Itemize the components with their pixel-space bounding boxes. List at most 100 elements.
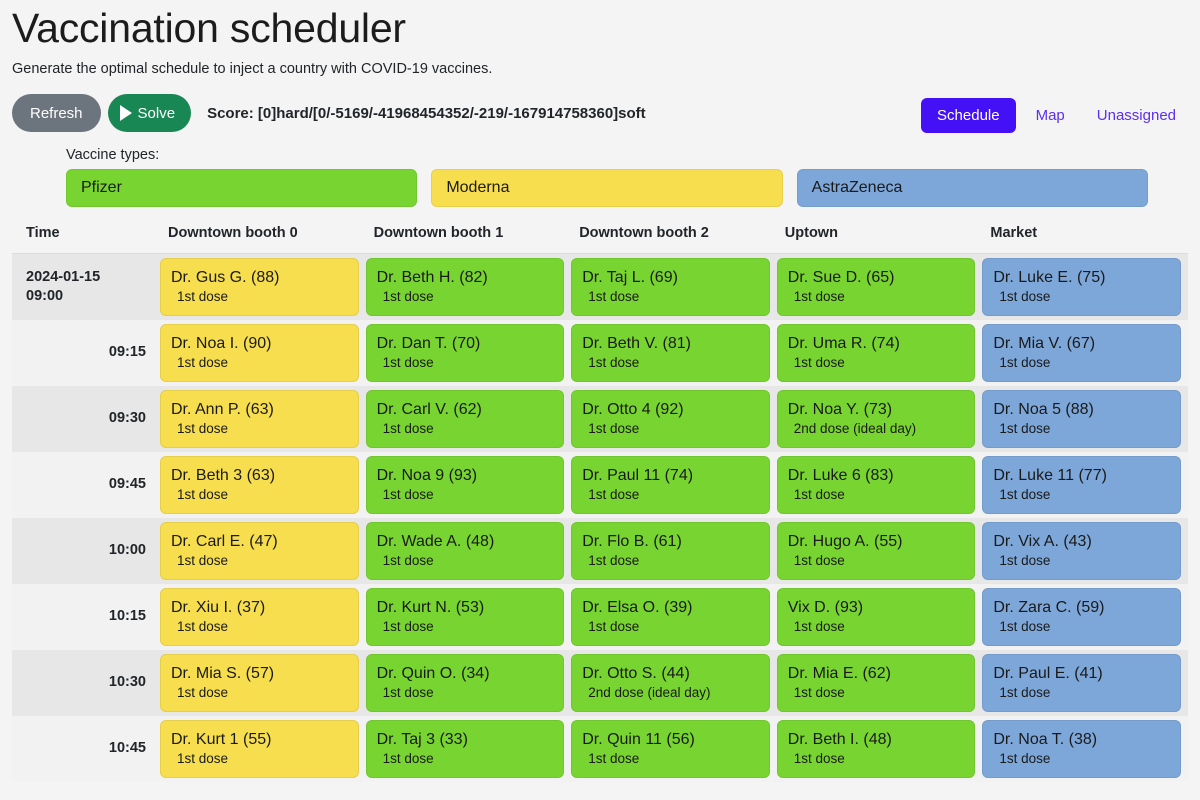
appointment-person-name: Dr. Beth I. (48) [787,730,892,748]
appointment-dose-label: 1st dose [999,552,1051,568]
appointment-card[interactable]: Dr. Xiu I. (37) 1st dose [160,588,359,647]
page-subtitle: Generate the optimal schedule to inject … [12,61,493,78]
appointment-person-name: Dr. Noa 9 (93) [376,466,478,484]
vaccine-chip-label: Pfizer [81,179,122,197]
appointment-card[interactable]: Dr. Otto S. (44) 2nd dose (ideal day) [571,654,770,713]
appointment-person-name: Vix D. (93) [787,598,864,616]
time-cell-time: 10:15 [108,608,146,625]
nav-item-map[interactable]: Map [1024,98,1077,133]
time-cell: 09:30 [12,386,160,452]
table-row: 10:45 Dr. Kurt 1 (55) 1st dose Dr. Taj 3 (3… [12,716,1188,783]
appointment-card[interactable]: Dr. Taj L. (69) 1st dose [571,258,770,317]
table-header-row: Time Downtown booth 0 Downtown booth 1 D… [12,225,1188,255]
appointment-dose-label: 1st dose [999,750,1051,766]
schedule-slot-cell: Dr. Carl V. (62) 1st dose [365,386,572,452]
time-cell: 10:45 [12,716,160,782]
schedule-slot-cell: Dr. Luke E. (75) 1st dose [982,254,1188,321]
appointment-card[interactable]: Dr. Beth 3 (63) 1st dose [160,456,359,515]
appointment-card[interactable]: Dr. Wade A. (48) 1st dose [365,522,565,581]
schedule-slot-cell: Dr. Mia V. (67) 1st dose [982,320,1188,386]
appointment-card[interactable]: Dr. Mia V. (67) 1st dose [982,324,1181,383]
appointment-card[interactable]: Dr. Zara C. (59) 1st dose [982,588,1181,647]
schedule-slot-cell: Dr. Paul 11 (74) 1st dose [571,452,777,518]
appointment-card[interactable]: Dr. Vix A. (43) 1st dose [982,522,1181,581]
schedule-slot-cell: Dr. Quin 11 (56) 1st dose [571,716,777,782]
appointment-card[interactable]: Dr. Beth I. (48) 1st dose [776,720,976,779]
appointment-card[interactable]: Dr. Noa 9 (93) 1st dose [365,456,565,515]
appointment-dose-label: 1st dose [588,552,640,568]
appointment-person-name: Dr. Zara C. (59) [993,598,1105,616]
appointment-card[interactable]: Dr. Kurt N. (53) 1st dose [365,588,565,647]
table-row: 10:30 Dr. Mia S. (57) 1st dose Dr. Quin O. … [12,650,1188,717]
appointment-card[interactable]: Dr. Beth V. (81) 1st dose [571,324,770,383]
appointment-person-name: Dr. Flo B. (61) [582,532,682,550]
schedule-slot-cell: Dr. Paul E. (41) 1st dose [982,650,1188,716]
appointment-card[interactable]: Dr. Dan T. (70) 1st dose [365,324,565,383]
appointment-card[interactable]: Dr. Carl V. (62) 1st dose [365,390,565,449]
appointment-person-name: Dr. Luke E. (75) [993,268,1106,286]
time-cell-time: 09:00 [26,288,64,305]
appointment-person-name: Dr. Beth V. (81) [582,334,691,352]
schedule-slot-cell: Dr. Zara C. (59) 1st dose [982,584,1188,650]
appointment-dose-label: 1st dose [382,684,434,700]
appointment-card[interactable]: Dr. Elsa O. (39) 1st dose [571,588,770,647]
nav-item-unassigned[interactable]: Unassigned [1085,98,1188,133]
appointment-dose-label: 1st dose [588,750,640,766]
appointment-card[interactable]: Dr. Gus G. (88) 1st dose [160,258,359,317]
appointment-card[interactable]: Dr. Uma R. (74) 1st dose [776,324,976,383]
appointment-card[interactable]: Dr. Noa Y. (73) 2nd dose (ideal day) [776,390,976,449]
vaccine-chip-moderna[interactable]: Moderna [431,169,783,208]
nav-item-schedule[interactable]: Schedule [921,98,1016,133]
time-cell: 09:45 [12,452,160,518]
appointment-card[interactable]: Dr. Paul 11 (74) 1st dose [571,456,770,515]
vaccine-chip-pfizer[interactable]: Pfizer [66,169,418,208]
appointment-card[interactable]: Dr. Luke 11 (77) 1st dose [982,456,1181,515]
appointment-card[interactable]: Dr. Mia E. (62) 1st dose [776,654,976,713]
appointment-card[interactable]: Dr. Quin O. (34) 1st dose [365,654,565,713]
appointment-card[interactable]: Dr. Carl E. (47) 1st dose [160,522,359,581]
schedule-slot-cell: Dr. Uma R. (74) 1st dose [776,320,983,386]
appointment-person-name: Dr. Luke 11 (77) [993,466,1107,484]
vaccine-chip-astrazeneca[interactable]: AstraZeneca [796,169,1148,208]
appointment-card[interactable]: Dr. Kurt 1 (55) 1st dose [160,720,359,779]
appointment-card[interactable]: Dr. Paul E. (41) 1st dose [982,654,1181,713]
appointment-card[interactable]: Dr. Mia S. (57) 1st dose [160,654,359,713]
appointment-card[interactable]: Dr. Sue D. (65) 1st dose [776,258,976,317]
appointment-card[interactable]: Dr. Noa 5 (88) 1st dose [982,390,1181,449]
solve-button[interactable]: Solve [107,94,192,133]
schedule-table-wrapper: Time Downtown booth 0 Downtown booth 1 D… [12,225,1188,783]
appointment-dose-label: 1st dose [999,618,1051,634]
appointment-card[interactable]: Dr. Beth H. (82) 1st dose [365,258,565,317]
appointment-card[interactable]: Dr. Taj 3 (33) 1st dose [365,720,565,779]
appointment-dose-label: 1st dose [999,354,1051,370]
appointment-card[interactable]: Dr. Flo B. (61) 1st dose [571,522,770,581]
refresh-button[interactable]: Refresh [12,94,101,133]
appointment-person-name: Dr. Noa I. (90) [171,334,272,352]
schedule-slot-cell: Dr. Noa 9 (93) 1st dose [365,452,572,518]
schedule-slot-cell: Dr. Noa Y. (73) 2nd dose (ideal day) [776,386,983,452]
appointment-dose-label: 1st dose [999,288,1051,304]
appointment-card[interactable]: Dr. Ann P. (63) 1st dose [160,390,359,449]
page-title: Vaccination scheduler [12,5,406,51]
appointment-person-name: Dr. Noa Y. (73) [787,400,893,418]
appointment-card[interactable]: Dr. Noa I. (90) 1st dose [160,324,359,383]
schedule-slot-cell: Dr. Beth 3 (63) 1st dose [160,452,366,518]
time-cell: 10:00 [12,518,160,584]
time-cell-time: 09:15 [108,344,146,361]
appointment-card[interactable]: Vix D. (93) 1st dose [776,588,976,647]
appointment-dose-label: 1st dose [588,288,640,304]
appointment-person-name: Dr. Kurt 1 (55) [171,730,272,748]
appointment-person-name: Dr. Gus G. (88) [171,268,280,286]
schedule-slot-cell: Dr. Flo B. (61) 1st dose [571,518,777,584]
appointment-card[interactable]: Dr. Luke E. (75) 1st dose [982,258,1181,317]
appointment-card[interactable]: Dr. Luke 6 (83) 1st dose [776,456,976,515]
vaccine-types-list: Pfizer Moderna AstraZeneca [12,169,1188,208]
appointment-card[interactable]: Dr. Quin 11 (56) 1st dose [571,720,770,779]
score-text: Score: [0]hard/[0/-5169/-41968454352/-21… [207,104,646,122]
appointment-card[interactable]: Dr. Noa T. (38) 1st dose [982,720,1181,779]
appointment-card[interactable]: Dr. Otto 4 (92) 1st dose [571,390,770,449]
appointment-dose-label: 1st dose [177,288,229,304]
schedule-slot-cell: Dr. Carl E. (47) 1st dose [160,518,366,584]
schedule-slot-cell: Dr. Noa I. (90) 1st dose [160,320,366,386]
appointment-card[interactable]: Dr. Hugo A. (55) 1st dose [776,522,976,581]
